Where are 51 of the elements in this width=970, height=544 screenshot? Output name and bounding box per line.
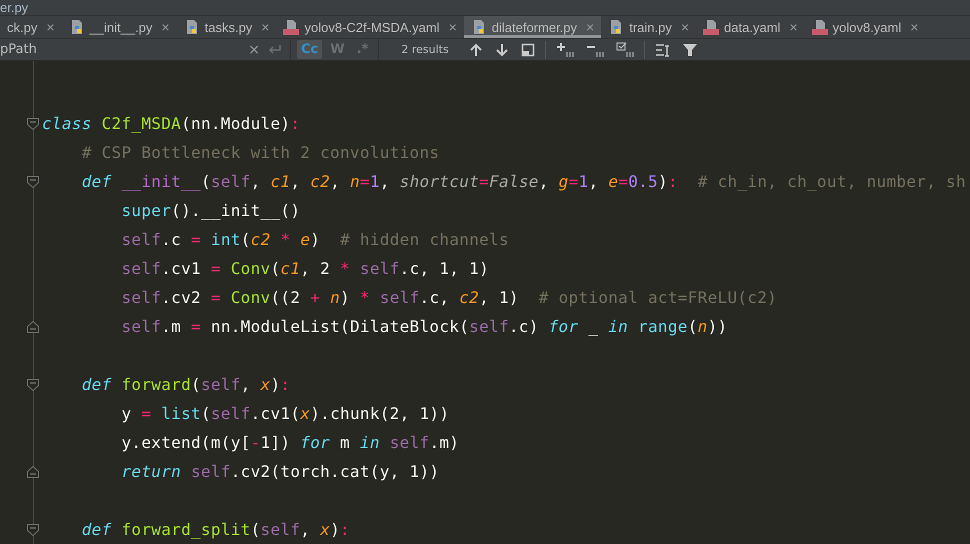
code-line: self.c = int(c2 * e) # hidden channels: [120, 230, 509, 249]
fold-icon[interactable]: [27, 320, 39, 332]
editor-tab[interactable]: yolov8.yaml ×: [804, 16, 926, 38]
results-count: 2 results: [401, 43, 449, 56]
editor-tab[interactable]: tasks.py ×: [176, 16, 276, 38]
yaml-file-icon: [703, 19, 720, 35]
close-icon[interactable]: ×: [789, 19, 798, 35]
match-toggle[interactable]: .*: [352, 40, 372, 59]
editor-tab[interactable]: ck.py ×: [0, 16, 62, 38]
search-field[interactable]: pPath ×: [0, 39, 290, 60]
code-line: super().__init__(): [120, 201, 300, 220]
text-format-icon[interactable]: [654, 42, 671, 56]
arrow-down-icon[interactable]: [494, 42, 509, 56]
code-line: return self.cv2(torch.cat(y, 1)): [120, 462, 440, 481]
fold-icon[interactable]: [27, 524, 39, 536]
close-icon[interactable]: ×: [46, 19, 55, 35]
yaml-file-icon: [283, 19, 300, 35]
code-line: self.cv1 = Conv(c1, 2 * self.c, 1, 1): [120, 259, 490, 278]
close-icon[interactable]: ×: [910, 19, 918, 35]
close-icon[interactable]: ×: [448, 19, 457, 35]
filter-icon[interactable]: [682, 42, 697, 56]
fold-icon[interactable]: [27, 118, 39, 130]
code-line: def forward_split(self, x):: [80, 520, 350, 539]
editor-tab[interactable]: __init__.py ×: [62, 16, 177, 38]
editor-tab[interactable]: data.yaml ×: [696, 16, 805, 38]
code-line: def forward(self, x):: [80, 375, 290, 394]
add-occurrence-icon[interactable]: [556, 42, 574, 58]
editor-tab[interactable]: train.py ×: [601, 16, 696, 38]
clear-icon[interactable]: ×: [248, 42, 260, 58]
window-icon[interactable]: [520, 42, 535, 56]
close-icon[interactable]: ×: [680, 19, 690, 35]
select-all-icon[interactable]: [616, 42, 634, 58]
editor-tab[interactable]: yolov8-C2f-MSDA.yaml ×: [276, 16, 464, 38]
close-icon[interactable]: ×: [161, 19, 170, 35]
code-line: y.extend(m(y[-1]) for m in self.m): [120, 433, 460, 452]
window-title: er.py: [0, 0, 28, 15]
close-icon[interactable]: ×: [586, 19, 594, 35]
code-line: def __init__(self, c1, c2, n=1, shortcut=False, g=1, e=0.5): # ch_in, ch_out, number, sh: [80, 172, 966, 191]
fold-icon[interactable]: [27, 378, 39, 390]
editor-tab[interactable]: dilateformer.py ×: [464, 16, 602, 38]
yaml-file-icon: [812, 19, 828, 35]
code-line: self.m = nn.ModuleList(DilateBlock(self.c) for _ in range(n)): [120, 317, 728, 336]
code-line: class C2f_MSDA(nn.Module):: [42, 114, 300, 133]
code-line: # CSP Bottleneck with 2 convolutions: [80, 143, 440, 162]
code-line: self.cv2 = Conv((2 + n) * self.c, c2, 1) # optional act=FReLU(c2): [120, 288, 778, 307]
arrow-up-icon[interactable]: [468, 42, 483, 56]
close-icon[interactable]: ×: [261, 19, 270, 35]
fold-icon[interactable]: [27, 176, 39, 188]
fold-icon[interactable]: [27, 466, 39, 478]
code-line: y = list(self.cv1(x).chunk(2, 1)): [120, 404, 450, 423]
match-toggle[interactable]: Cc: [297, 40, 322, 59]
